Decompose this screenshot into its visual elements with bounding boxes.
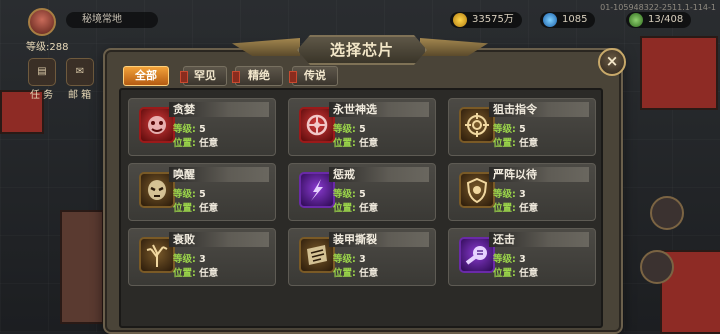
chip-name: 装甲撕裂 (333, 233, 377, 246)
chip-name: 贪婪 (173, 103, 195, 116)
gold-amount: 33575万 (472, 14, 514, 25)
top-hud: 秘境常地 33575万 1085 13/408 01-105948322-251… (0, 0, 720, 36)
chip-name: 永世神选 (333, 103, 377, 116)
chip-level: 等级: 5 (333, 124, 366, 135)
chip-name: 惩戒 (333, 168, 355, 181)
chip-position: 位置: 任意 (333, 138, 379, 149)
chip-name: 严阵以待 (493, 168, 537, 181)
chip-level: 等级: 5 (493, 124, 526, 135)
chip-level: 等级: 5 (333, 189, 366, 200)
mail-button[interactable]: ✉ (66, 58, 94, 86)
tab-legend-label: 传说 (304, 69, 326, 82)
chip-position: 位置: 任意 (333, 203, 379, 214)
chip-position: 位置: 任意 (493, 138, 539, 149)
chip-level: 等级: 3 (333, 254, 366, 265)
tab-marker-icon (289, 71, 297, 83)
building-left-bottom (60, 210, 104, 324)
gold-coin-icon (453, 13, 467, 27)
chip-card[interactable]: 唤醒 等级: 5 位置: 任意 (128, 163, 276, 221)
player-level: 等级:288 (26, 42, 69, 53)
chip-position: 位置: 任意 (333, 268, 379, 279)
chip-position: 位置: 任意 (173, 203, 219, 214)
chip-name: 衰败 (173, 233, 195, 246)
dialog-title: 选择芯片 (297, 35, 427, 65)
chip-name: 狙击指令 (493, 103, 537, 116)
gem-icon (543, 13, 557, 27)
chip-position: 位置: 任意 (173, 138, 219, 149)
building-right (640, 36, 718, 110)
chip-level: 等级: 3 (493, 254, 526, 265)
chip-card[interactable]: 装甲撕裂 等级: 3 位置: 任意 (288, 228, 436, 286)
task-button[interactable]: ▤ (28, 58, 56, 86)
tab-legend[interactable]: 传说 (289, 66, 338, 86)
avatar[interactable] (28, 8, 56, 36)
chip-level: 等级: 5 (173, 124, 206, 135)
tab-epic-label: 精绝 (248, 69, 270, 82)
chip-card[interactable]: 惩戒 等级: 5 位置: 任意 (288, 163, 436, 221)
tab-marker-icon (232, 71, 240, 83)
tab-all[interactable]: 全部 (123, 66, 169, 86)
mail-label: 邮 箱 (68, 90, 92, 101)
chip-card[interactable]: 衰败 等级: 3 位置: 任意 (128, 228, 276, 286)
chip-card[interactable]: 严阵以待 等级: 3 位置: 任意 (448, 163, 596, 221)
gem-amount: 1085 (562, 14, 588, 25)
capacity-icon (629, 13, 643, 27)
chip-position: 位置: 任意 (173, 268, 219, 279)
tab-rare-label: 罕见 (194, 69, 216, 82)
tab-rare[interactable]: 罕见 (180, 66, 227, 86)
tab-epic[interactable]: 精绝 (232, 66, 283, 86)
chip-name: 唤醒 (173, 168, 195, 181)
gem-counter[interactable]: 1085 (540, 12, 596, 28)
tab-marker-icon (180, 71, 188, 83)
chip-level: 等级: 3 (493, 189, 526, 200)
up-round-button[interactable] (640, 250, 674, 284)
close-icon: × (605, 52, 619, 70)
build-id: 01-105948322-2511.1-114-1 (600, 3, 716, 12)
chip-position: 位置: 任意 (493, 268, 539, 279)
chip-card[interactable]: 狙击指令 等级: 5 位置: 任意 (448, 98, 596, 156)
capacity-counter[interactable]: 13/408 (626, 12, 692, 28)
chip-level: 等级: 5 (173, 189, 206, 200)
task-label: 任 务 (30, 90, 54, 101)
chip-card[interactable]: 还击 等级: 3 位置: 任意 (448, 228, 596, 286)
map-round-button[interactable] (650, 196, 684, 230)
gold-counter[interactable]: 33575万 (450, 12, 522, 28)
capacity-amount: 13/408 (648, 14, 684, 25)
close-button[interactable]: × (598, 48, 626, 76)
chip-name: 还击 (493, 233, 515, 246)
chip-card[interactable]: 贪婪 等级: 5 位置: 任意 (128, 98, 276, 156)
chip-card[interactable]: 永世神选 等级: 5 位置: 任意 (288, 98, 436, 156)
chip-position: 位置: 任意 (493, 203, 539, 214)
chip-level: 等级: 3 (173, 254, 206, 265)
tab-all-label: 全部 (135, 69, 157, 82)
player-name: 秘境常地 (66, 12, 158, 28)
